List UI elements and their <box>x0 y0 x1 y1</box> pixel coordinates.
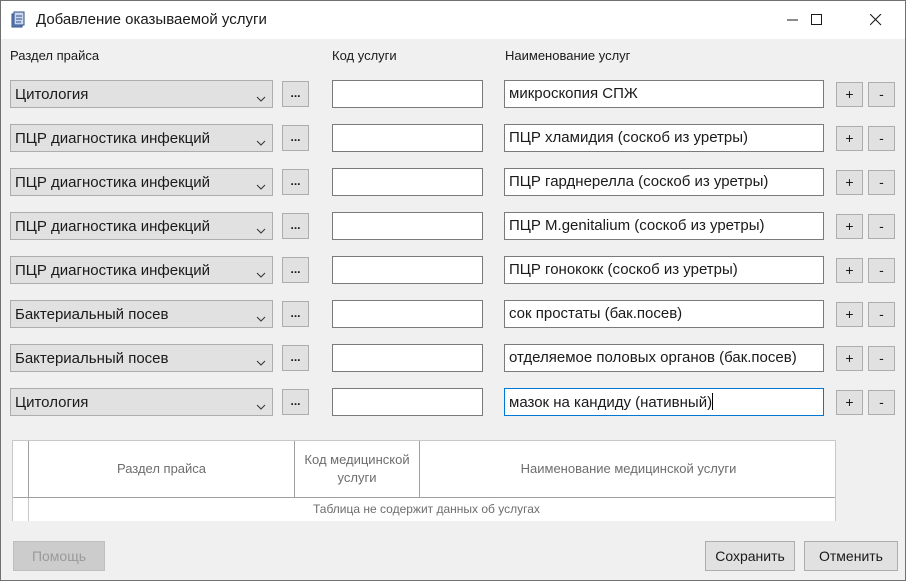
service-code-input[interactable] <box>332 344 483 372</box>
row-selector-header <box>13 441 29 498</box>
remove-row-button[interactable]: - <box>868 390 895 415</box>
section-dropdown-value: ПЦР диагностика инфекций <box>15 130 211 147</box>
chevron-down-icon <box>256 90 266 106</box>
section-dropdown-value: ПЦР диагностика инфекций <box>15 262 211 279</box>
maximize-icon <box>811 14 823 26</box>
browse-section-button[interactable]: ... <box>282 125 309 151</box>
browse-section-button[interactable]: ... <box>282 389 309 415</box>
service-code-input[interactable] <box>332 256 483 284</box>
save-button[interactable]: Сохранить <box>705 541 795 571</box>
chevron-down-icon <box>256 178 266 194</box>
section-dropdown[interactable]: Цитология <box>10 388 273 416</box>
add-row-button[interactable]: + <box>836 346 863 371</box>
add-row-button[interactable]: + <box>836 390 863 415</box>
section-dropdown-value: Бактериальный посев <box>15 306 169 323</box>
grid-empty-message: Таблица не содержит данных об услугах <box>307 500 546 518</box>
column-header-section: Раздел прайса <box>10 48 100 63</box>
services-grid[interactable]: Раздел прайса Код медицинской услуги Наи… <box>12 440 836 521</box>
section-dropdown-value: Цитология <box>15 86 89 103</box>
app-icon <box>10 11 28 29</box>
section-dropdown[interactable]: ПЦР диагностика инфекций <box>10 212 273 240</box>
add-row-button[interactable]: + <box>836 302 863 327</box>
section-dropdown-value: ПЦР диагностика инфекций <box>15 218 211 235</box>
service-row: Цитология ... мазок на кандиду (нативный… <box>1 388 906 416</box>
chevron-down-icon <box>256 354 266 370</box>
service-row: Цитология ... микроскопия СПЖ + - <box>1 80 906 108</box>
service-row: ПЦР диагностика инфекций ... ПЦР гонокок… <box>1 256 906 284</box>
service-row: Бактериальный посев ... сок простаты (ба… <box>1 300 906 328</box>
service-row: ПЦР диагностика инфекций ... ПЦР гарднер… <box>1 168 906 196</box>
chevron-down-icon <box>256 310 266 326</box>
browse-section-button[interactable]: ... <box>282 169 309 195</box>
add-row-button[interactable]: + <box>836 170 863 195</box>
service-name-input[interactable]: ПЦР гонококк (соскоб из уретры) <box>504 256 824 284</box>
section-dropdown-value: Цитология <box>15 394 89 411</box>
remove-row-button[interactable]: - <box>868 82 895 107</box>
section-dropdown[interactable]: ПЦР диагностика инфекций <box>10 124 273 152</box>
service-name-input[interactable]: ПЦР хламидия (соскоб из уретры) <box>504 124 824 152</box>
service-row: ПЦР диагностика инфекций ... ПЦР хламиди… <box>1 124 906 152</box>
remove-row-button[interactable]: - <box>868 302 895 327</box>
section-dropdown[interactable]: ПЦР диагностика инфекций <box>10 168 273 196</box>
add-row-button[interactable]: + <box>836 82 863 107</box>
title-bar[interactable]: Добавление оказываемой услуги <box>1 1 905 39</box>
service-name-input[interactable]: отделяемое половых органов (бак.посев) <box>504 344 824 372</box>
browse-section-button[interactable]: ... <box>282 213 309 239</box>
browse-section-button[interactable]: ... <box>282 81 309 107</box>
add-row-button[interactable]: + <box>836 214 863 239</box>
chevron-down-icon <box>256 398 266 414</box>
close-icon <box>870 14 882 26</box>
grid-header-code[interactable]: Код медицинской услуги <box>295 441 420 498</box>
browse-section-button[interactable]: ... <box>282 301 309 327</box>
grid-header-name[interactable]: Наименование медицинской услуги <box>420 441 835 498</box>
service-name-value: мазок на кандиду (нативный) <box>509 394 713 411</box>
help-button[interactable]: Помощь <box>13 541 105 571</box>
service-code-input[interactable] <box>332 212 483 240</box>
dialog-window: Добавление оказываемой услуги Раздел пра… <box>0 0 906 581</box>
remove-row-button[interactable]: - <box>868 258 895 283</box>
remove-row-button[interactable]: - <box>868 170 895 195</box>
column-header-name: Наименование услуг <box>505 48 631 63</box>
service-name-input[interactable]: сок простаты (бак.посев) <box>504 300 824 328</box>
add-row-button[interactable]: + <box>836 126 863 151</box>
service-name-input[interactable]: микроскопия СПЖ <box>504 80 824 108</box>
service-code-input[interactable] <box>332 124 483 152</box>
service-row: Бактериальный посев ... отделяемое полов… <box>1 344 906 372</box>
text-caret <box>712 393 714 410</box>
service-code-input[interactable] <box>332 388 483 416</box>
chevron-down-icon <box>256 266 266 282</box>
remove-row-button[interactable]: - <box>868 126 895 151</box>
section-dropdown[interactable]: Цитология <box>10 80 273 108</box>
close-button[interactable] <box>853 1 899 39</box>
row-selector-column <box>13 498 29 521</box>
service-name-input[interactable]: мазок на кандиду (нативный) <box>504 388 824 416</box>
section-dropdown-value: ПЦР диагностика инфекций <box>15 174 211 191</box>
service-code-input[interactable] <box>332 168 483 196</box>
service-name-input[interactable]: ПЦР M.genitalium (соскоб из уретры) <box>504 212 824 240</box>
chevron-down-icon <box>256 134 266 150</box>
cancel-button[interactable]: Отменить <box>804 541 898 571</box>
remove-row-button[interactable]: - <box>868 346 895 371</box>
add-row-button[interactable]: + <box>836 258 863 283</box>
browse-section-button[interactable]: ... <box>282 257 309 283</box>
service-code-input[interactable] <box>332 300 483 328</box>
maximize-button[interactable] <box>794 1 840 39</box>
section-dropdown-value: Бактериальный посев <box>15 350 169 367</box>
section-dropdown[interactable]: Бактериальный посев <box>10 344 273 372</box>
window-title: Добавление оказываемой услуги <box>36 11 267 28</box>
remove-row-button[interactable]: - <box>868 214 895 239</box>
section-dropdown[interactable]: Бактериальный посев <box>10 300 273 328</box>
chevron-down-icon <box>256 222 266 238</box>
column-header-code: Код услуги <box>332 48 397 63</box>
section-dropdown[interactable]: ПЦР диагностика инфекций <box>10 256 273 284</box>
browse-section-button[interactable]: ... <box>282 345 309 371</box>
grid-header-section[interactable]: Раздел прайса <box>29 441 295 498</box>
service-row: ПЦР диагностика инфекций ... ПЦР M.genit… <box>1 212 906 240</box>
service-code-input[interactable] <box>332 80 483 108</box>
service-name-input[interactable]: ПЦР гарднерелла (соскоб из уретры) <box>504 168 824 196</box>
